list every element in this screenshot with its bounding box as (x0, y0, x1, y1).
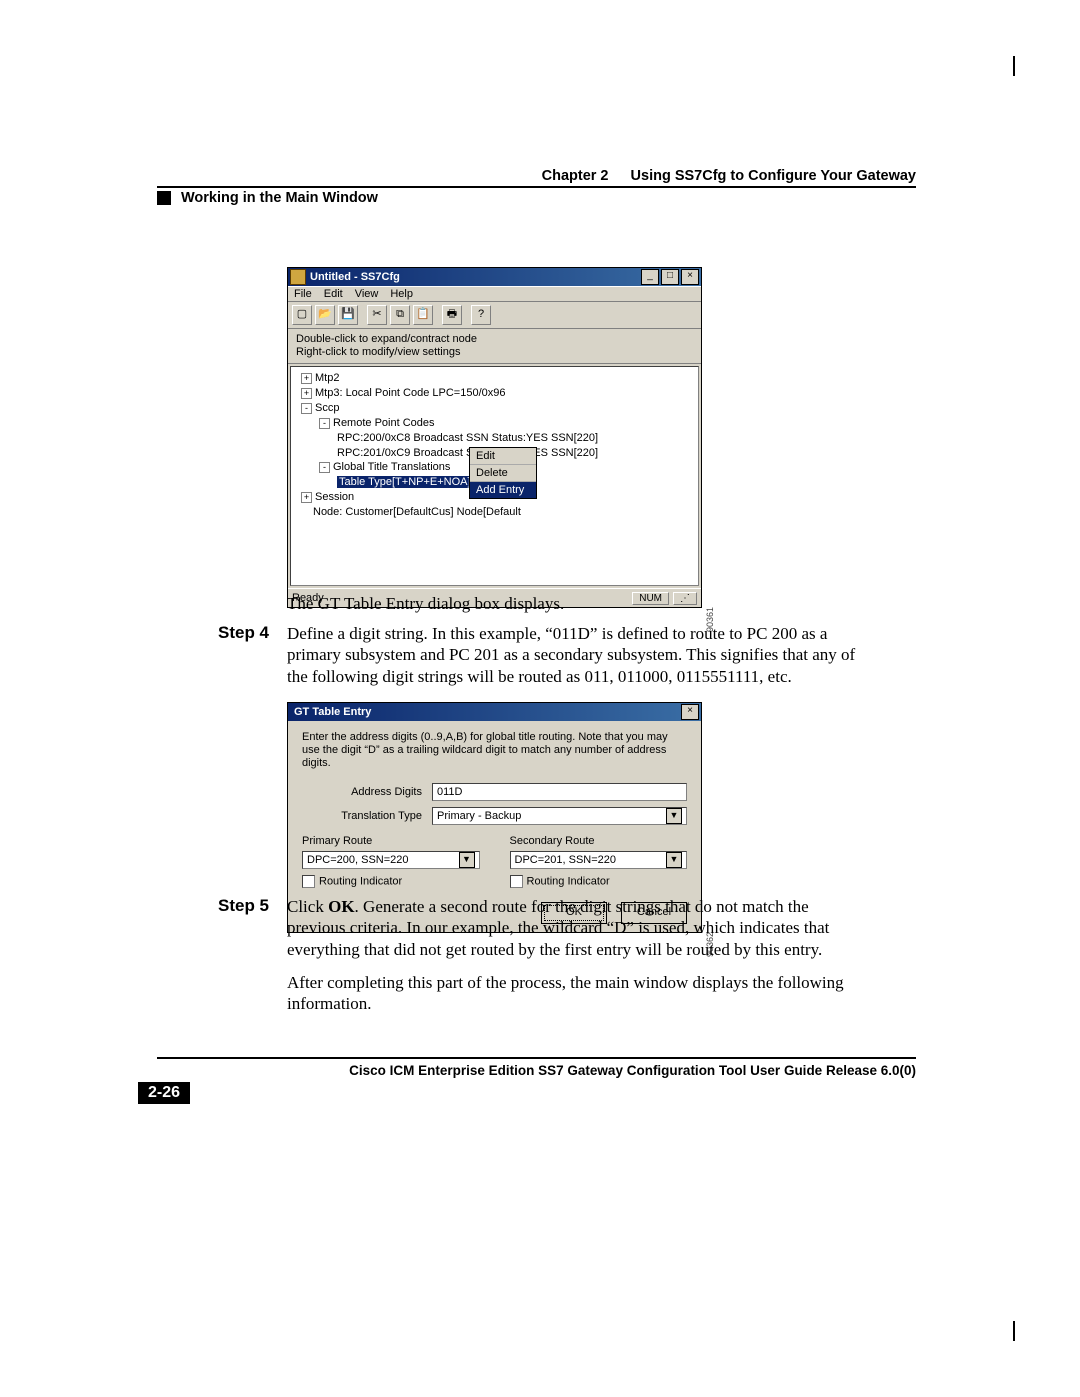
section-row: Working in the Main Window (157, 187, 916, 209)
help-icon[interactable]: ? (471, 305, 491, 325)
menu-edit[interactable]: Edit (324, 288, 343, 300)
secondary-route-select[interactable]: DPC=201, SSN=220 ▼ (510, 851, 688, 869)
tree-node[interactable]: RPC:200/0xC8 Broadcast SSN Status:YES SS… (337, 432, 598, 444)
window-title: Untitled - SS7Cfg (310, 271, 641, 283)
expand-icon[interactable]: + (301, 373, 312, 384)
close-button[interactable]: × (681, 704, 699, 720)
secondary-routing-indicator[interactable]: Routing Indicator (510, 875, 688, 888)
titlebar: Untitled - SS7Cfg _ □ × (288, 268, 701, 286)
expand-icon[interactable]: + (301, 492, 312, 503)
menubar: File Edit View Help (288, 286, 701, 302)
step-5-text: Click OK. Generate a second route for th… (287, 896, 857, 960)
copy-icon[interactable]: ⧉ (390, 305, 410, 325)
dropdown-arrow-icon[interactable]: ▼ (666, 852, 682, 868)
tree-node[interactable]: RPC:201/0xC9 Broadcast SSN Status:YES SS… (337, 447, 598, 459)
paragraph: The GT Table Entry dialog box displays. (287, 593, 857, 614)
page-number: 2-26 (138, 1082, 190, 1104)
step-5-label: Step 5 (218, 896, 269, 916)
context-menu: Edit Delete Add Entry (469, 447, 537, 499)
checkbox-icon[interactable] (302, 875, 315, 888)
chapter-header: Chapter 2 Using SS7Cfg to Configure Your… (157, 168, 916, 188)
chapter-title: Using SS7Cfg to Configure Your Gateway (631, 168, 916, 184)
primary-route-label: Primary Route (302, 835, 480, 847)
address-digits-label: Address Digits (302, 786, 432, 798)
save-icon[interactable]: 💾 (338, 305, 358, 325)
toolbar: ▢ 📂 💾 ✂ ⧉ 📋 🖶 ? (288, 302, 701, 329)
print-icon[interactable]: 🖶 (442, 305, 462, 325)
minimize-button[interactable]: _ (641, 269, 659, 285)
new-icon[interactable]: ▢ (292, 305, 312, 325)
primary-route-value: DPC=200, SSN=220 (307, 852, 409, 868)
ctx-edit[interactable]: Edit (470, 448, 536, 465)
step-4-label: Step 4 (218, 623, 269, 643)
section-title: Working in the Main Window (181, 190, 378, 206)
footer-rule (157, 1057, 916, 1059)
instruction-text: Double-click to expand/contract node Rig… (288, 329, 701, 364)
ctx-delete[interactable]: Delete (470, 465, 536, 482)
crop-mark-top (1013, 56, 1015, 76)
paste-icon[interactable]: 📋 (413, 305, 433, 325)
tree-node[interactable]: Global Title Translations (333, 461, 450, 473)
primary-route-group: Primary Route DPC=200, SSN=220 ▼ Routing… (302, 835, 480, 888)
secondary-route-value: DPC=201, SSN=220 (515, 852, 617, 868)
paragraph: After completing this part of the proces… (287, 972, 857, 1015)
translation-type-value: Primary - Backup (437, 808, 521, 824)
address-digits-input[interactable]: 011D (432, 783, 687, 801)
primary-routing-indicator[interactable]: Routing Indicator (302, 875, 480, 888)
step-5-ok-bold: OK (328, 897, 354, 916)
tree-node[interactable]: Sccp (315, 402, 339, 414)
instruction-line-2: Right-click to modify/view settings (296, 346, 693, 359)
step-4-text: Define a digit string. In this example, … (287, 623, 857, 687)
tree-node[interactable]: Mtp3: Local Point Code LPC=150/0x96 (315, 387, 506, 399)
expand-icon[interactable]: + (301, 388, 312, 399)
tree-view[interactable]: +Mtp2 +Mtp3: Local Point Code LPC=150/0x… (290, 366, 699, 586)
tree-node[interactable]: Remote Point Codes (333, 417, 435, 429)
close-button[interactable]: × (681, 269, 699, 285)
routing-indicator-label: Routing Indicator (319, 875, 402, 887)
secondary-route-label: Secondary Route (510, 835, 688, 847)
maximize-button[interactable]: □ (661, 269, 679, 285)
secondary-route-group: Secondary Route DPC=201, SSN=220 ▼ Routi… (510, 835, 688, 888)
step-5-rest: . Generate a second route for the digit … (287, 897, 829, 959)
footer-doc-title: Cisco ICM Enterprise Edition SS7 Gateway… (157, 1063, 916, 1078)
ctx-add-entry[interactable]: Add Entry (470, 482, 536, 498)
dropdown-arrow-icon[interactable]: ▼ (666, 808, 682, 824)
dropdown-arrow-icon[interactable]: ▼ (459, 852, 475, 868)
primary-route-select[interactable]: DPC=200, SSN=220 ▼ (302, 851, 480, 869)
dialog-title: GT Table Entry (290, 706, 681, 718)
collapse-icon[interactable]: - (319, 418, 330, 429)
collapse-icon[interactable]: - (301, 403, 312, 414)
tree-node[interactable]: Session (315, 491, 354, 503)
app-window: Untitled - SS7Cfg _ □ × File Edit View H… (287, 267, 702, 608)
tree-node[interactable]: Mtp2 (315, 372, 339, 384)
crop-mark-bottom (1013, 1321, 1015, 1341)
translation-type-select[interactable]: Primary - Backup ▼ (432, 807, 687, 825)
dialog-titlebar: GT Table Entry × (288, 703, 701, 721)
dialog-hint: Enter the address digits (0..9,A,B) for … (302, 731, 687, 771)
bullet-square-icon (157, 191, 171, 205)
tree-node[interactable]: Node: Customer[DefaultCus] Node[Default (313, 506, 521, 518)
checkbox-icon[interactable] (510, 875, 523, 888)
cut-icon[interactable]: ✂ (367, 305, 387, 325)
routing-indicator-label: Routing Indicator (527, 875, 610, 887)
step-5-prefix: Click (287, 897, 328, 916)
menu-view[interactable]: View (355, 288, 379, 300)
menu-file[interactable]: File (294, 288, 312, 300)
app-icon (290, 269, 306, 285)
open-icon[interactable]: 📂 (315, 305, 335, 325)
chapter-label: Chapter 2 (542, 168, 609, 184)
instruction-line-1: Double-click to expand/contract node (296, 333, 693, 346)
translation-type-label: Translation Type (302, 810, 432, 822)
collapse-icon[interactable]: - (319, 462, 330, 473)
page: { "header": { "chapter_label": "Chapter … (0, 0, 1080, 1397)
address-digits-value: 011D (437, 784, 462, 800)
menu-help[interactable]: Help (390, 288, 413, 300)
